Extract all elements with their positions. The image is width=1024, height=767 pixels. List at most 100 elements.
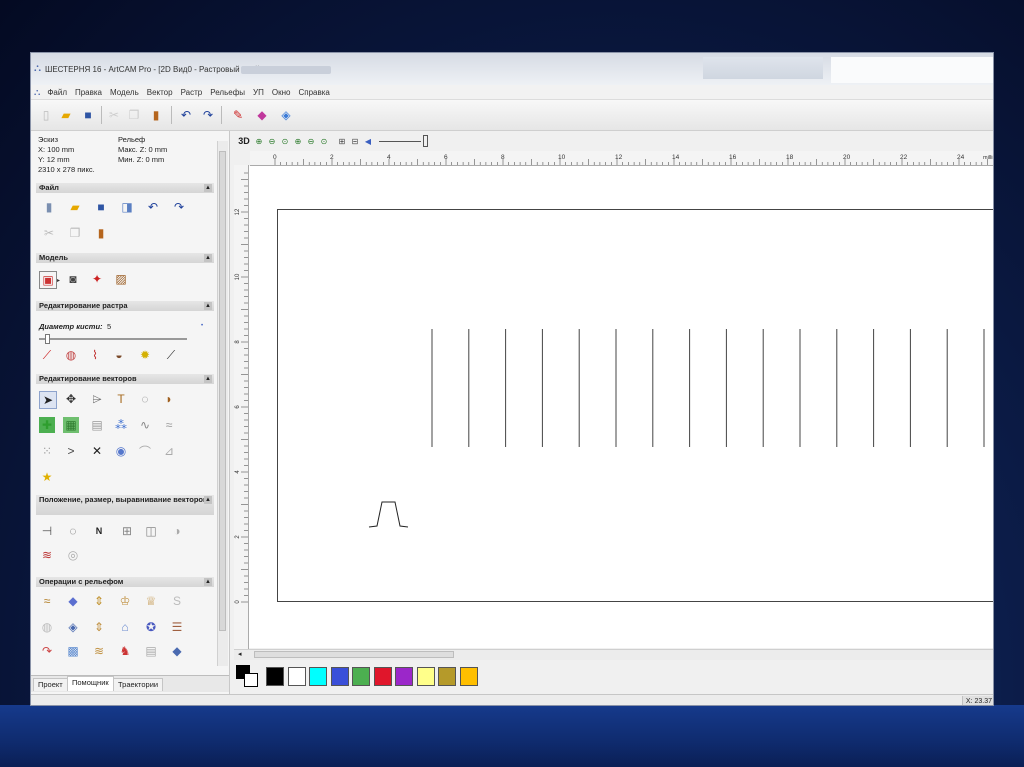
color-swatch[interactable] bbox=[373, 667, 392, 686]
relief-plane-icon[interactable]: ◆ bbox=[65, 593, 81, 609]
save-as-icon[interactable]: ◨ bbox=[119, 199, 135, 215]
smooth-icon[interactable]: ∿ bbox=[137, 417, 153, 433]
undo-icon[interactable]: ↶ bbox=[177, 106, 195, 124]
cut-icon[interactable]: ✂ bbox=[105, 106, 123, 124]
tab-project[interactable]: Проект bbox=[33, 678, 68, 691]
menu-file[interactable]: Файл bbox=[43, 88, 71, 97]
redo-icon[interactable]: ↷ bbox=[171, 199, 187, 215]
shape-editor-icon[interactable]: ≈ bbox=[39, 593, 55, 609]
scale-relief-icon[interactable]: ⇕ bbox=[91, 593, 107, 609]
zoom-window-icon[interactable]: ⊖ bbox=[305, 135, 317, 147]
color-swatch[interactable] bbox=[287, 667, 306, 686]
horizontal-scrollbar-thumb[interactable] bbox=[254, 651, 454, 658]
tab-assistant[interactable]: Помощник bbox=[67, 676, 114, 691]
section-raster-edit[interactable]: Редактирование растра ▲ bbox=[36, 301, 214, 311]
horizontal-scrollbar[interactable]: ◂ bbox=[234, 649, 993, 660]
color-swatch[interactable] bbox=[330, 667, 349, 686]
dropdown-arrow-icon[interactable]: ▸ bbox=[57, 277, 61, 284]
relief-map-icon[interactable]: ▤ bbox=[143, 643, 159, 659]
collapse-icon[interactable]: ▲ bbox=[204, 496, 212, 504]
save-model-icon[interactable]: ■ bbox=[93, 199, 109, 215]
section-relief-ops[interactable]: Операции с рельефом ▲ bbox=[36, 577, 214, 587]
align-icon[interactable]: ⊣ bbox=[39, 523, 55, 539]
section-vector-edit[interactable]: Редактирование векторов ▲ bbox=[36, 374, 214, 384]
new-file-icon[interactable]: ▯ bbox=[37, 106, 55, 124]
collapse-icon[interactable]: ▲ bbox=[204, 375, 212, 383]
bitmap-to-vector-icon[interactable]: ▤ bbox=[89, 417, 105, 433]
collapse-icon[interactable]: ▲ bbox=[204, 184, 212, 192]
window-controls[interactable] bbox=[703, 57, 823, 79]
tab-toolpaths[interactable]: Траектории bbox=[113, 678, 164, 691]
color-swatch[interactable] bbox=[395, 667, 413, 686]
collapse-icon[interactable]: ▲ bbox=[204, 302, 212, 310]
paste-icon[interactable]: ▮ bbox=[147, 106, 165, 124]
grid-plus-icon[interactable]: ✚ bbox=[39, 417, 55, 433]
relief-arch-icon[interactable]: ⌂ bbox=[117, 619, 133, 635]
brush-tool-icon[interactable]: ◒ bbox=[111, 347, 127, 363]
relief-layers-icon[interactable]: ☰ bbox=[169, 619, 185, 635]
mirror-icon[interactable]: ◑ bbox=[169, 523, 185, 539]
node-network-icon[interactable]: ⁂ bbox=[113, 417, 129, 433]
pipette-icon[interactable]: ⌇ bbox=[87, 347, 103, 363]
relief-figure-icon[interactable]: ♞ bbox=[117, 643, 133, 659]
zoom-out-icon[interactable]: ⊖ bbox=[266, 135, 278, 147]
pen-icon[interactable]: ⟋ bbox=[163, 347, 179, 363]
zoom-all-icon[interactable]: ⊙ bbox=[318, 135, 330, 147]
fill-icon[interactable]: ◍ bbox=[63, 347, 79, 363]
image-import-icon[interactable]: ▨ bbox=[113, 271, 129, 287]
view-3d-button[interactable]: 3D bbox=[236, 135, 252, 147]
relief-star-icon[interactable]: ✪ bbox=[143, 619, 159, 635]
new-model-icon[interactable]: ▮ bbox=[41, 199, 57, 215]
node-edit-icon[interactable]: ⌲ bbox=[89, 391, 105, 407]
chevron-icon[interactable]: > bbox=[63, 443, 79, 459]
undo-icon[interactable]: ↶ bbox=[145, 199, 161, 215]
relief-s-icon[interactable]: S bbox=[169, 593, 185, 609]
menu-help[interactable]: Справка bbox=[294, 88, 333, 97]
eraser-icon[interactable]: ◆ bbox=[253, 106, 271, 124]
menu-app-icon[interactable]: ⛬ bbox=[31, 87, 43, 98]
select-arrow-icon[interactable]: ➤ bbox=[39, 391, 57, 409]
vector-shapes-icon[interactable]: ◌ bbox=[137, 391, 153, 407]
view-3d-icon[interactable]: ◈ bbox=[277, 106, 295, 124]
section-position[interactable]: Положение, размер, выравнивание векторов… bbox=[36, 495, 214, 515]
paint-icon[interactable]: ⟋ bbox=[39, 347, 55, 363]
menu-vector[interactable]: Вектор bbox=[143, 88, 177, 97]
block-icon[interactable]: ◎ bbox=[65, 547, 81, 563]
secondary-color-swatch[interactable] bbox=[244, 673, 258, 687]
camera-icon[interactable]: ◙ bbox=[65, 271, 81, 287]
section-model[interactable]: Модель ▲ bbox=[36, 253, 214, 263]
wave-icon[interactable]: ≈ bbox=[161, 417, 177, 433]
menu-raster[interactable]: Растр bbox=[177, 88, 207, 97]
relief-gradient-icon[interactable]: ▩ bbox=[65, 643, 81, 659]
cut-icon[interactable]: ✂ bbox=[41, 225, 57, 241]
menu-model[interactable]: Модель bbox=[106, 88, 143, 97]
offset-icon[interactable]: ◫ bbox=[143, 523, 159, 539]
scroll-left-icon[interactable]: ◂ bbox=[238, 650, 242, 658]
zoom-previous-icon[interactable]: ⊕ bbox=[292, 135, 304, 147]
relief-sweep-icon[interactable]: ♕ bbox=[143, 593, 159, 609]
distort-icon[interactable]: ≋ bbox=[39, 547, 55, 563]
brush-slider-track[interactable] bbox=[39, 338, 187, 340]
color-swatch[interactable] bbox=[438, 667, 456, 686]
menu-reliefs[interactable]: Рельефы bbox=[206, 88, 249, 97]
vector-layer[interactable] bbox=[277, 209, 994, 601]
relief-curve-icon[interactable]: ↷ bbox=[39, 643, 55, 659]
color-swatch[interactable] bbox=[416, 667, 435, 686]
star-icon[interactable]: ★ bbox=[39, 469, 55, 485]
relief-wave-icon[interactable]: ≋ bbox=[91, 643, 107, 659]
pencil-icon[interactable]: ✎ bbox=[229, 106, 247, 124]
copy-icon[interactable]: ❐ bbox=[67, 225, 83, 241]
relief-smooth-icon[interactable]: ◈ bbox=[65, 619, 81, 635]
vector-doctor-icon[interactable]: ⁙ bbox=[39, 443, 55, 459]
open-model-icon[interactable]: ▰ bbox=[67, 199, 83, 215]
color-swatch[interactable] bbox=[266, 667, 284, 686]
nesting-icon[interactable]: N bbox=[91, 523, 107, 539]
gear-tooth-profile[interactable] bbox=[368, 501, 409, 528]
trim-icon[interactable]: ✕ bbox=[89, 443, 105, 459]
open-folder-icon[interactable]: ▰ bbox=[57, 106, 75, 124]
paste-icon[interactable]: ▮ bbox=[93, 225, 109, 241]
color-swatch[interactable] bbox=[352, 667, 370, 686]
color-swatch[interactable] bbox=[459, 667, 478, 686]
text-tool-icon[interactable]: T bbox=[113, 391, 129, 407]
back-arrow-icon[interactable]: ◀ bbox=[362, 135, 374, 147]
